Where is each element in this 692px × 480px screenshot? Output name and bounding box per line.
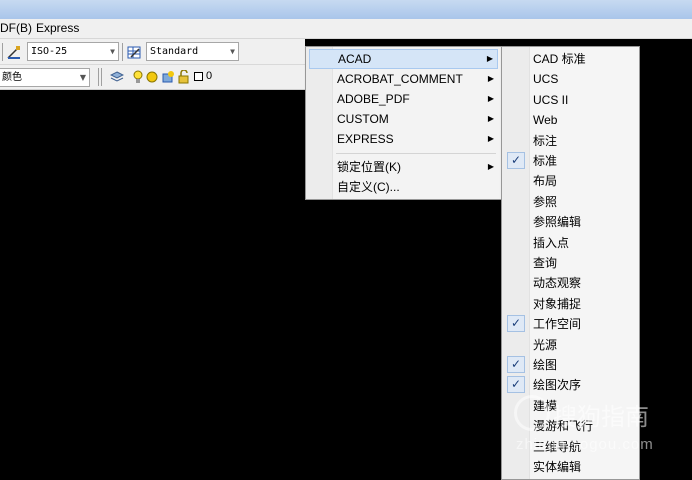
- color-value: 颜色: [2, 72, 22, 83]
- menu-divider: [336, 153, 496, 154]
- checkmark-icon: ✓: [507, 356, 525, 373]
- table-style-icon[interactable]: [127, 45, 141, 59]
- submenu-item[interactable]: 建模: [505, 396, 637, 416]
- submenu-item[interactable]: 参照: [505, 192, 637, 212]
- submenu-item[interactable]: ✓ 绘图次序: [505, 375, 637, 395]
- submenu-item-label: 漫游和飞行: [533, 419, 594, 434]
- submenu-item-label: 查询: [533, 256, 558, 270]
- chevron-down-icon: ▼: [110, 47, 115, 56]
- submenu-item[interactable]: CAD 标准: [505, 49, 637, 69]
- submenu-item-label: UCS II: [533, 92, 569, 107]
- submenu-item-label: CAD 标准: [533, 52, 586, 66]
- toolbar-context-menu: ACAD ▶ ACROBAT_COMMENT ▶ ADOBE_PDF ▶ CUS…: [305, 46, 502, 200]
- checkmark-icon: ✓: [507, 315, 525, 333]
- viewport-freeze-icon[interactable]: [161, 70, 175, 84]
- dimension-style-icon[interactable]: [7, 45, 21, 59]
- submenu-item-label: 光源: [533, 337, 558, 352]
- submenu-item-label: UCS: [533, 72, 559, 87]
- submenu-arrow-icon: ▶: [487, 162, 494, 171]
- submenu-item-label: 工作空间: [533, 317, 582, 332]
- toolbar-separator: [101, 68, 102, 86]
- styles-toolbar: ISO-25 ▼ Standard ▼: [0, 39, 305, 65]
- dimension-style-value: ISO-25: [31, 46, 68, 57]
- layers-toolbar: 颜色 ▼ 0: [0, 65, 305, 90]
- submenu-item[interactable]: UCS II: [505, 90, 637, 110]
- submenu-item[interactable]: 布局: [505, 171, 637, 191]
- submenu-item[interactable]: 查询: [505, 253, 637, 273]
- toolbar-separator: [98, 68, 99, 86]
- submenu-item-label: Web: [533, 113, 558, 128]
- menu-item-label: ADOBE_PDF: [337, 92, 410, 106]
- submenu-item-label: 参照编辑: [533, 215, 582, 230]
- submenu-item-label: 绘图次序: [533, 378, 582, 393]
- submenu-item-label: 参照: [533, 194, 558, 209]
- submenu-item[interactable]: 动态观察: [505, 273, 637, 293]
- submenu-item[interactable]: 漫游和飞行: [505, 416, 637, 436]
- menu-express[interactable]: Express: [36, 21, 79, 35]
- table-style-select[interactable]: Standard ▼: [146, 42, 239, 61]
- menu-item-label: ACAD: [338, 52, 372, 66]
- title-bar: [0, 0, 692, 19]
- submenu-item[interactable]: 实体编辑: [505, 457, 637, 477]
- lock-icon[interactable]: [177, 70, 191, 84]
- toolbar-separator: [2, 43, 3, 61]
- submenu-item[interactable]: 标注: [505, 131, 637, 151]
- menu-item-label: ACROBAT_COMMENT: [337, 72, 463, 86]
- submenu-item[interactable]: ✓ 工作空间: [505, 314, 637, 334]
- menu-item-lock-position[interactable]: 锁定位置(K) ▶: [309, 157, 498, 177]
- menu-item-customize[interactable]: 自定义(C)...: [309, 177, 498, 197]
- sun-freeze-icon[interactable]: [145, 70, 159, 84]
- submenu-item[interactable]: 插入点: [505, 233, 637, 253]
- checkmark-icon: ✓: [507, 152, 525, 169]
- submenu-item-label: 建模: [533, 398, 558, 413]
- lightbulb-icon[interactable]: [131, 70, 145, 84]
- color-select[interactable]: 颜色 ▼: [0, 68, 90, 87]
- submenu-item-label: 三维导航: [533, 439, 582, 454]
- submenu-item-label: 插入点: [533, 235, 570, 250]
- checkmark-icon: ✓: [507, 376, 525, 394]
- submenu-item[interactable]: 三维导航: [505, 437, 637, 457]
- layer-color-swatch: [194, 72, 203, 81]
- chevron-down-icon: ▼: [230, 47, 235, 56]
- submenu-item[interactable]: 参照编辑: [505, 212, 637, 232]
- acad-toolbars-submenu: CAD 标准 UCS UCS II Web 标注 ✓ 标准布局参照参照编辑插入点查询动态观察…: [501, 46, 640, 480]
- submenu-arrow-icon: ▶: [487, 134, 494, 143]
- submenu-item[interactable]: UCS: [505, 69, 637, 89]
- submenu-item-label: 动态观察: [533, 276, 582, 291]
- submenu-item-label: 实体编辑: [533, 460, 582, 474]
- submenu-arrow-icon: ▶: [487, 94, 494, 103]
- submenu-item-label: 绘图: [533, 358, 558, 372]
- menu-bar: DF(B) Express: [0, 19, 692, 39]
- submenu-item-label: 标准: [533, 154, 558, 168]
- menu-item-label: EXPRESS: [337, 132, 394, 146]
- submenu-item-label: 对象捕捉: [533, 296, 582, 311]
- submenu-item[interactable]: Web: [505, 110, 637, 130]
- submenu-item[interactable]: ✓ 标准: [505, 151, 637, 171]
- chevron-down-icon: ▼: [79, 73, 86, 82]
- menu-item-label: 自定义(C)...: [337, 180, 400, 194]
- dimension-style-select[interactable]: ISO-25 ▼: [27, 42, 119, 61]
- submenu-item-label: 标注: [533, 133, 558, 148]
- table-style-value: Standard: [150, 46, 199, 57]
- menu-item-label: 锁定位置(K): [337, 160, 401, 174]
- layer-manager-icon[interactable]: [110, 70, 124, 84]
- menu-item-express[interactable]: EXPRESS ▶: [309, 129, 498, 149]
- submenu-item-label: 布局: [533, 174, 558, 189]
- submenu-arrow-icon: ▶: [487, 74, 494, 83]
- layer-name: 0: [206, 70, 213, 82]
- submenu-item[interactable]: 光源: [505, 335, 637, 355]
- menu-df[interactable]: DF(B): [0, 21, 32, 35]
- submenu-item[interactable]: ✓ 绘图: [505, 355, 637, 375]
- submenu-arrow-icon: ▶: [487, 114, 494, 123]
- menu-item-adobe-pdf[interactable]: ADOBE_PDF ▶: [309, 89, 498, 109]
- menu-item-acad[interactable]: ACAD ▶: [309, 49, 498, 69]
- menu-item-acrobat-comment[interactable]: ACROBAT_COMMENT ▶: [309, 69, 498, 89]
- submenu-item[interactable]: 对象捕捉: [505, 294, 637, 314]
- submenu-arrow-icon: ▶: [486, 54, 493, 63]
- menu-item-custom[interactable]: CUSTOM ▶: [309, 109, 498, 129]
- toolbar-separator: [122, 43, 123, 61]
- menu-item-label: CUSTOM: [337, 112, 389, 126]
